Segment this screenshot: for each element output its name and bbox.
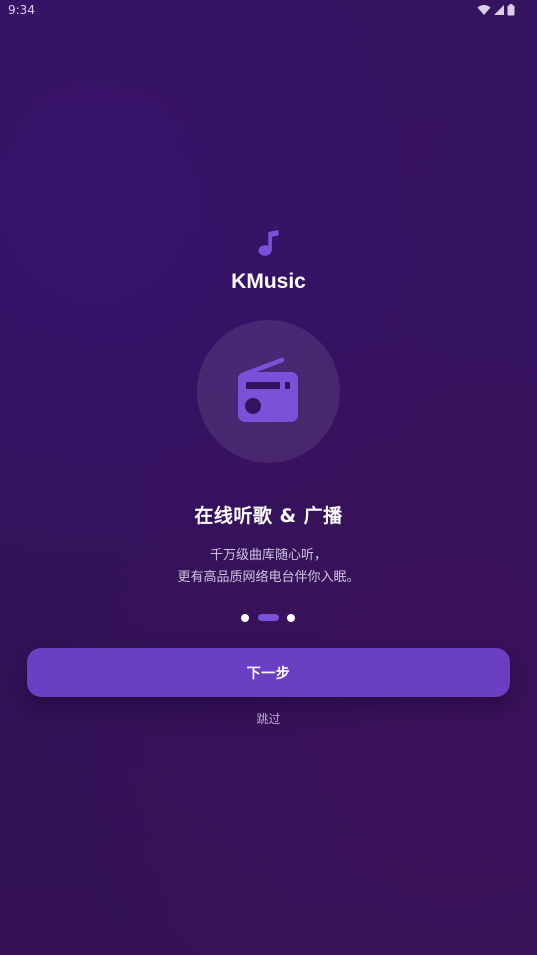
page-dot-3 <box>287 614 295 622</box>
page-dot-active <box>258 614 279 621</box>
status-time: 9:34 <box>8 3 35 17</box>
status-icons <box>477 4 515 16</box>
page-dot-1 <box>241 614 249 622</box>
description-line-2: 更有高品质网络电台伴你入眠。 <box>177 570 360 585</box>
next-step-label: 下一步 <box>246 665 291 682</box>
page-indicator <box>0 612 537 622</box>
next-step-button[interactable]: 下一步 <box>27 648 510 697</box>
skip-link[interactable]: 跳过 <box>0 710 537 727</box>
cell-signal-icon <box>494 5 504 15</box>
radio-icon <box>238 357 298 422</box>
music-note-icon <box>258 230 279 256</box>
description-line-1: 千万级曲库随心听， <box>209 548 327 563</box>
onboarding-headline: 在线听歌 & 广播 <box>194 505 343 527</box>
onboarding-description: 千万级曲库随心听， 更有高品质网络电台伴你入眠。 <box>0 545 537 589</box>
status-bar: 9:34 <box>0 0 537 22</box>
battery-icon <box>507 4 515 16</box>
app-name: KMusic <box>231 270 306 293</box>
wifi-icon <box>477 5 491 15</box>
